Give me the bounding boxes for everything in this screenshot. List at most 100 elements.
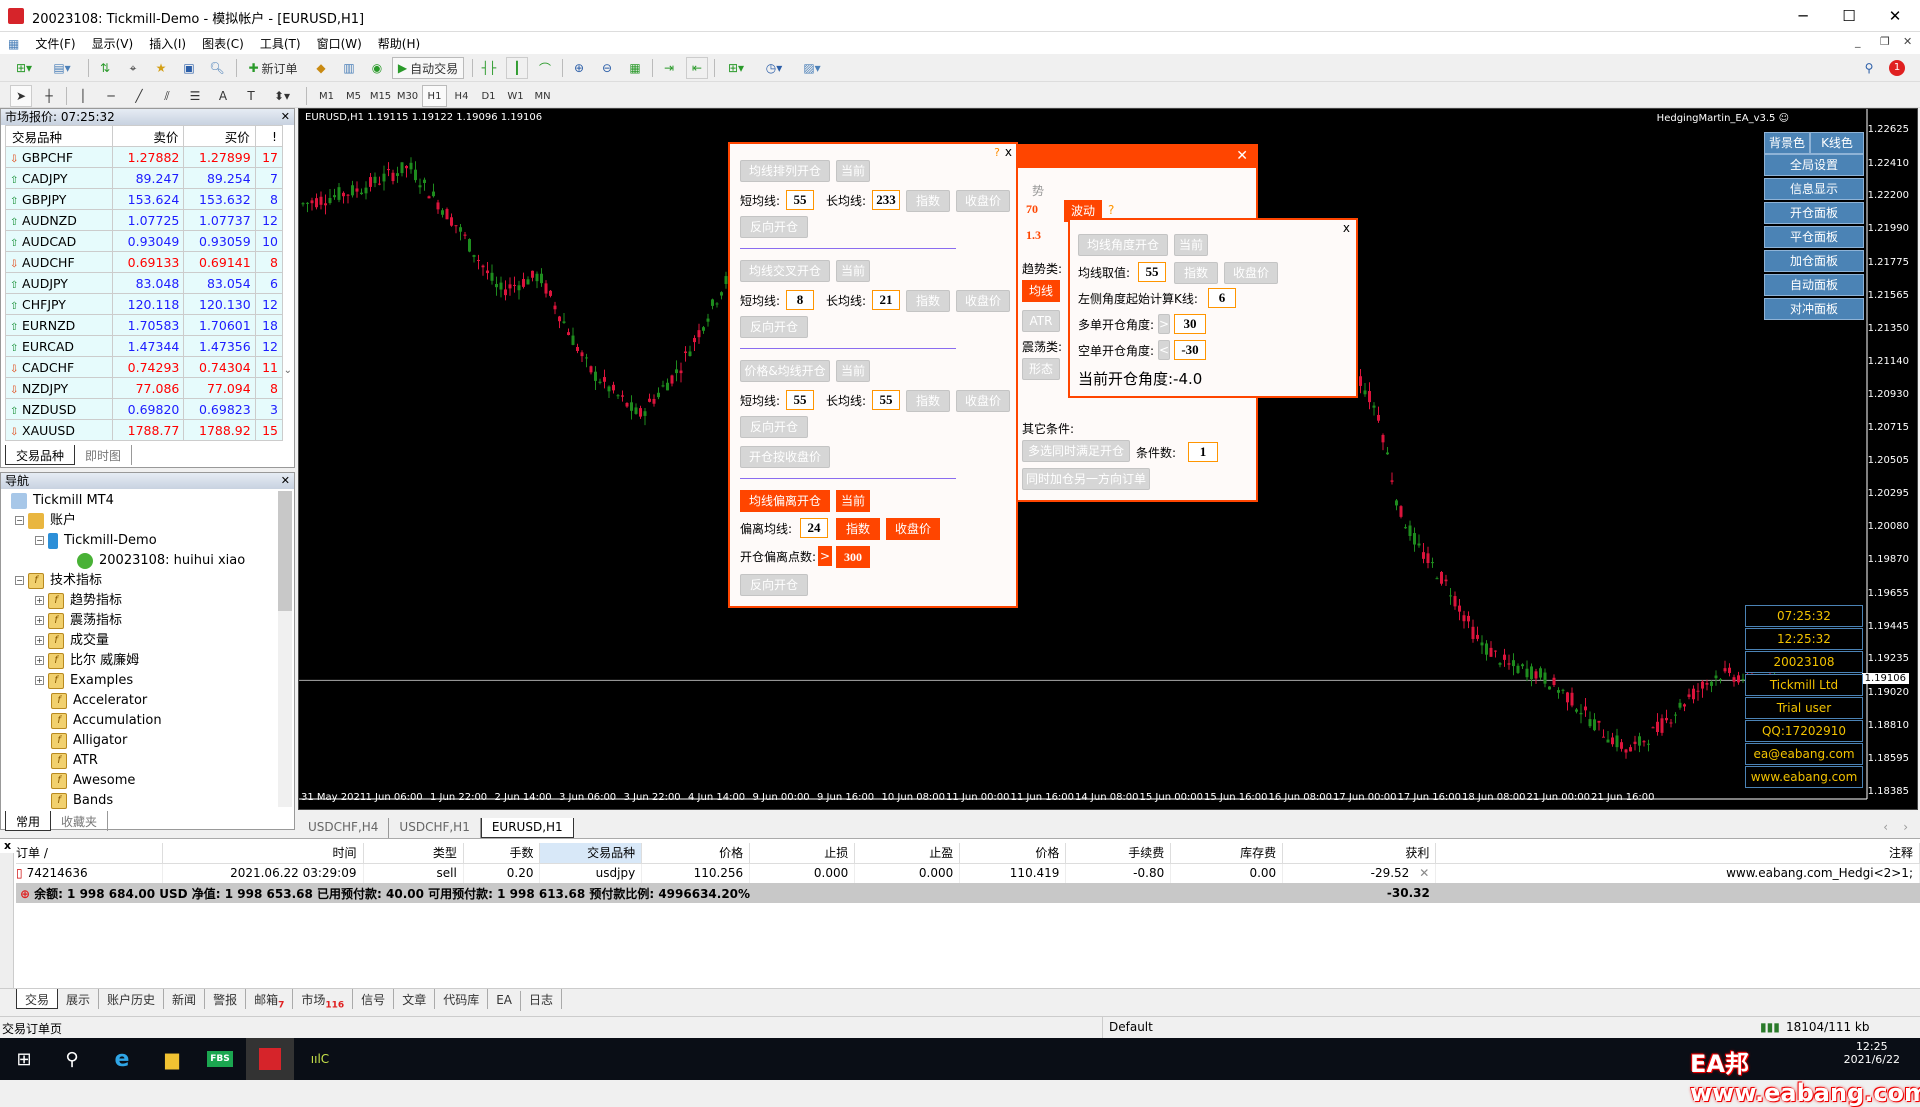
bg-color-button[interactable]: 背景色 — [1764, 132, 1810, 154]
close-price-button[interactable]: 收盘价 — [1224, 262, 1278, 284]
timeframe-m30[interactable]: M30 — [395, 85, 420, 107]
reverse-open-button[interactable]: 反向开仓 — [740, 574, 808, 596]
long-ma-input[interactable]: 233 — [872, 190, 900, 210]
close-filter-icon[interactable]: ✕ — [1236, 148, 1248, 164]
terminal-tab[interactable]: 市场116 — [293, 989, 354, 1010]
mdi-restore-icon[interactable]: ❐ — [1880, 35, 1890, 48]
close-window-button[interactable]: ✕ — [1872, 0, 1918, 32]
close-market-watch-icon[interactable]: ✕ — [281, 109, 290, 125]
symbol-row[interactable]: ⇧ CADJPY 89.247 89.254 7 — [4, 167, 284, 189]
column-header[interactable]: 价格 — [641, 843, 751, 864]
symbol-row[interactable]: ⇩ XAUUSD 1788.77 1788.92 15 — [4, 419, 284, 441]
column-header[interactable]: 注释 — [1435, 843, 1920, 864]
maximize-button[interactable]: ☐ — [1826, 0, 1872, 32]
scroll-left-icon[interactable]: ‹ — [1883, 820, 1888, 834]
nav-root[interactable]: Tickmill MT4 — [11, 491, 114, 511]
terminal-tab[interactable]: 展示 — [58, 989, 100, 1009]
long-ma-input[interactable]: 55 — [872, 390, 900, 410]
short-ma-input[interactable]: 55 — [786, 190, 814, 210]
menu-view[interactable]: 显示(V) — [84, 32, 142, 55]
expand-icon[interactable]: + — [35, 656, 44, 665]
symbol-row[interactable]: ⇧ AUDCAD 0.93049 0.93059 10 — [4, 230, 284, 252]
exponential-button[interactable]: 指数 — [1174, 262, 1218, 284]
close-angle-panel-icon[interactable]: x — [1343, 221, 1350, 235]
tab-symbols[interactable]: 交易品种 — [5, 445, 76, 465]
timeframe-w1[interactable]: W1 — [503, 85, 528, 107]
line-chart-icon[interactable]: ⌒ — [534, 57, 556, 79]
col-ask[interactable]: 买价 — [183, 125, 256, 147]
nav-indicator-group[interactable]: + f 成交量 — [35, 631, 109, 651]
text-label-icon[interactable]: T — [240, 85, 262, 107]
ma-arrange-open-button[interactable]: 均线排列开仓 — [740, 160, 830, 182]
expand-icon[interactable]: + — [35, 596, 44, 605]
nav-indicator-item[interactable]: f Accumulation — [51, 711, 162, 731]
arrows-icon[interactable]: ⬍▾ — [268, 85, 296, 107]
menu-file[interactable]: 文件(F) — [27, 32, 83, 55]
terminal-tab[interactable]: 日志 — [521, 989, 563, 1009]
vertical-line-icon[interactable]: │ — [72, 85, 94, 107]
ma-filter-button[interactable]: 均线 — [1022, 280, 1060, 302]
new-chart-icon[interactable]: ⊞▾ — [8, 57, 40, 79]
current-button[interactable]: 当前 — [1174, 234, 1208, 256]
terminal-tab[interactable]: 代码库 — [435, 989, 489, 1009]
notifications-icon[interactable]: 1 — [1886, 57, 1908, 79]
periods-icon[interactable]: ◷▾ — [758, 57, 790, 79]
candlestick-icon[interactable]: ┃ — [506, 57, 528, 79]
explorer-icon[interactable]: ▆ — [148, 1038, 196, 1080]
templates-icon[interactable]: ▨▾ — [796, 57, 828, 79]
greater-than-toggle[interactable]: > — [818, 546, 832, 566]
metaeditor-icon[interactable]: ◆ — [310, 57, 332, 79]
col-symbol[interactable]: 交易品种 — [4, 125, 114, 147]
tile-windows-icon[interactable]: ▦ — [624, 57, 646, 79]
exponential-button[interactable]: 指数 — [906, 290, 950, 312]
new-order-button[interactable]: ✚ 新订单 — [242, 57, 304, 79]
symbol-row[interactable]: ⇧ EURNZD 1.70583 1.70601 18 — [4, 314, 284, 336]
less-than-toggle[interactable]: < — [1158, 340, 1170, 360]
mdi-close-icon[interactable]: ✕ — [1903, 35, 1912, 48]
nav-accounts[interactable]: − 账户 — [15, 511, 76, 531]
ma-angle-open-button[interactable]: 均线角度开仓 — [1078, 234, 1168, 256]
timeframe-m5[interactable]: M5 — [341, 85, 366, 107]
menu-insert[interactable]: 插入(I) — [141, 32, 194, 55]
ie-icon[interactable]: e — [98, 1038, 146, 1080]
options-icon[interactable]: ▥ — [338, 57, 360, 79]
signals-icon[interactable]: ◉ — [366, 57, 388, 79]
mt4-taskbar-icon[interactable] — [246, 1038, 294, 1080]
nav-indicator-group[interactable]: + f Examples — [35, 671, 133, 691]
col-bid[interactable]: 卖价 — [112, 125, 185, 147]
symbol-row[interactable]: ⇧ CHFJPY 120.118 120.130 12 — [4, 293, 284, 315]
profiles-icon[interactable]: ▤▾ — [46, 57, 78, 79]
menu-charts[interactable]: 图表(C) — [194, 32, 252, 55]
terminal-tab[interactable]: 邮箱7 — [246, 989, 294, 1010]
help-icon[interactable]: ? — [994, 146, 1000, 159]
exponential-button[interactable]: 指数 — [906, 390, 950, 412]
indicators-icon[interactable]: ⊞▾ — [720, 57, 752, 79]
collapse-icon[interactable]: − — [15, 576, 24, 585]
deviation-points-input[interactable]: 300 — [836, 546, 870, 568]
close-price-button[interactable]: 收盘价 — [956, 290, 1010, 312]
nav-indicator-item[interactable]: f Bands — [51, 791, 113, 811]
ic-markets-icon[interactable]: ıılC — [296, 1038, 344, 1080]
symbol-row[interactable]: ⇩ AUDCHF 0.69133 0.69141 8 — [4, 251, 284, 273]
help-icon[interactable]: ? — [1108, 203, 1114, 217]
column-header[interactable]: 类型 — [363, 843, 464, 864]
tab-usdchf-h4[interactable]: USDCHF,H4 — [298, 818, 390, 838]
current-button[interactable]: 当前 — [836, 360, 870, 382]
column-header[interactable]: 价格 — [959, 843, 1067, 864]
column-header[interactable]: 止损 — [749, 843, 856, 864]
timeframe-mn[interactable]: MN — [530, 85, 555, 107]
trendline-icon[interactable]: ╱ — [128, 85, 150, 107]
reverse-open-button[interactable]: 反向开仓 — [740, 216, 808, 238]
zoom-in-icon[interactable]: ⊕ — [568, 57, 590, 79]
buy-angle-input[interactable]: 30 — [1174, 314, 1206, 334]
zoom-out-icon[interactable]: ⊖ — [596, 57, 618, 79]
tab-favorites[interactable]: 收藏夹 — [51, 811, 109, 831]
timeframe-d1[interactable]: D1 — [476, 85, 501, 107]
column-header[interactable]: 获利 — [1282, 843, 1437, 864]
greater-than-toggle[interactable]: > — [1158, 314, 1170, 334]
symbol-row[interactable]: ⇩ NZDJPY 77.086 77.094 8 — [4, 377, 284, 399]
horizontal-line-icon[interactable]: ─ — [100, 85, 122, 107]
search-icon[interactable]: ⚲ — [1858, 57, 1880, 79]
column-header[interactable]: 手数 — [463, 843, 541, 864]
auto-trading-button[interactable]: ▶ 自动交易 — [392, 57, 464, 79]
